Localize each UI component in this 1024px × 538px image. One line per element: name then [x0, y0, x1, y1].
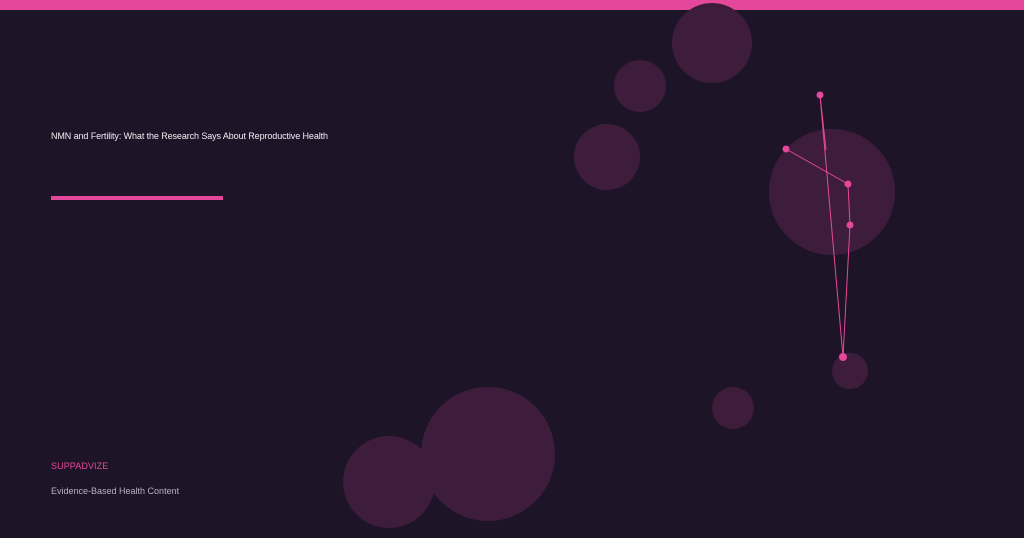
network-node	[844, 180, 852, 188]
title-underline	[51, 196, 223, 200]
decor-circle	[421, 387, 555, 521]
brand-tagline: Evidence-Based Health Content	[51, 486, 180, 496]
article-title: NMN and Fertility: What the Research Say…	[51, 131, 328, 141]
cover-page: NMN and Fertility: What the Research Say…	[0, 0, 1024, 538]
decor-circle	[832, 353, 868, 389]
network-node	[782, 145, 790, 153]
network-node	[839, 353, 847, 361]
network-node	[846, 221, 854, 229]
decorative-graphic	[343, 3, 895, 528]
decor-circle	[614, 60, 666, 112]
decor-circle	[712, 387, 754, 429]
brand-name: SUPPADVIZE	[51, 461, 109, 471]
network-node	[816, 91, 824, 99]
decor-circle	[574, 124, 640, 190]
decor-circle	[343, 436, 435, 528]
decor-circle	[672, 3, 752, 83]
